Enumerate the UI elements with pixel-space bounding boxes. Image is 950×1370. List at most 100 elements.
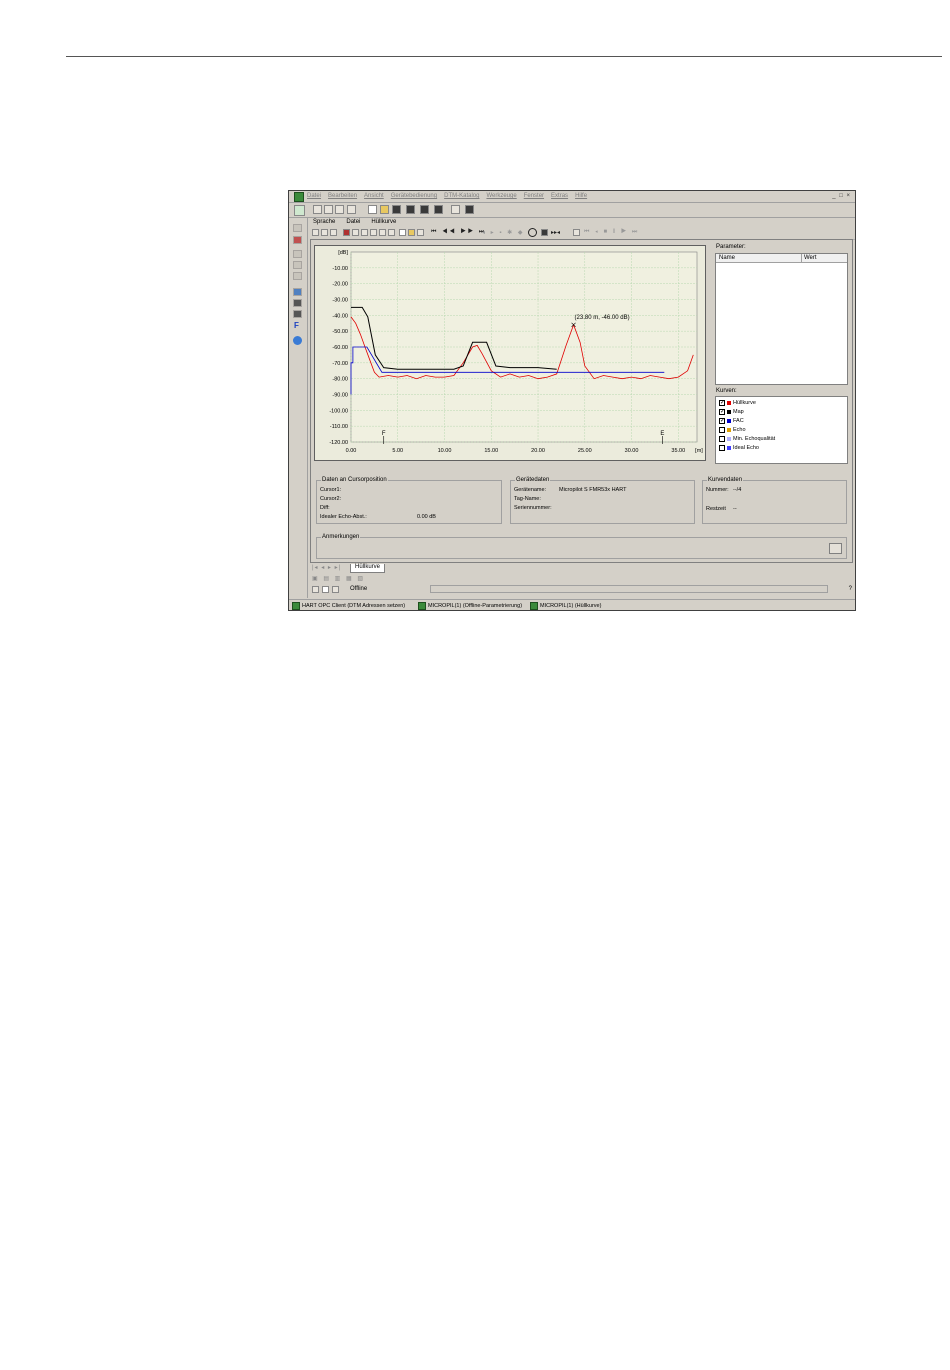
- tab-scroll-buttons[interactable]: |◂ ◂ ▸ ▸|: [312, 564, 341, 571]
- menu-hilfe[interactable]: Hilfe: [575, 193, 587, 199]
- task-bar: HART OPC Client (DTM Adressen setzen) MI…: [289, 599, 855, 610]
- notes-button[interactable]: [829, 543, 842, 554]
- help-doc-icon[interactable]: [451, 205, 460, 214]
- task-hart-opc[interactable]: HART OPC Client (DTM Adressen setzen): [292, 602, 405, 610]
- checkbox[interactable]: ✓: [719, 417, 725, 424]
- table-icon[interactable]: [541, 229, 548, 236]
- menu-sprache[interactable]: Sprache: [313, 219, 335, 225]
- f-font-icon[interactable]: F: [294, 321, 299, 330]
- checkbox[interactable]: [719, 444, 725, 451]
- menu-bearbeiten[interactable]: Bearbeiten: [328, 193, 357, 199]
- device-icon[interactable]: [420, 205, 429, 214]
- y-tick-label: -70.00: [332, 361, 348, 367]
- curve-group-title: Kurvendaten: [707, 477, 744, 483]
- checkbox[interactable]: ✓: [719, 399, 725, 406]
- envelope-chart[interactable]: -10.00 -20.00 -30.00 -40.00 -50.00 -60.00 -70.…: [315, 246, 705, 460]
- window-controls[interactable]: _ □ ×: [832, 193, 851, 199]
- menu-doc-datei[interactable]: Datei: [346, 219, 360, 225]
- device-list-icon[interactable]: [293, 236, 302, 244]
- clock-icon[interactable]: [528, 228, 537, 237]
- open-curve-icon[interactable]: [408, 229, 415, 236]
- upload-icon[interactable]: [313, 205, 322, 214]
- envelope-curve-panel: -10.00 -20.00 -30.00 -40.00 -50.00 -60.00 -70.…: [310, 239, 853, 563]
- dtm-icon[interactable]: [434, 205, 443, 214]
- menu-ansicht[interactable]: Ansicht: [364, 193, 384, 199]
- rest-time-label: Restzeit: [706, 506, 726, 512]
- tab-huellkurve[interactable]: Hüllkurve: [350, 564, 386, 573]
- menu-fenster[interactable]: Fenster: [524, 193, 544, 199]
- remove-device-icon[interactable]: [293, 261, 302, 269]
- cursor1-label: Cursor1:: [320, 487, 342, 493]
- menu-dtm-katalog[interactable]: DTM-Katalog: [444, 193, 479, 199]
- cyclic-read-icon[interactable]: [352, 229, 359, 236]
- col-name[interactable]: Name: [719, 255, 735, 261]
- x-tick-label: 30.00: [625, 448, 639, 454]
- playback-controls[interactable]: ⏮ ◀◀ ▶▶ ⏭: [431, 229, 486, 236]
- curve-toggle-map[interactable]: ✓ Map: [719, 407, 744, 416]
- task-offline-param[interactable]: MICROPIL(1) (Offline-Parametrierung): [418, 602, 522, 610]
- menu-datei[interactable]: Datei: [307, 193, 321, 199]
- save-icon[interactable]: [392, 205, 401, 214]
- sync-icon[interactable]: [335, 205, 344, 214]
- parameter-list[interactable]: Name Wert: [715, 253, 848, 385]
- download-icon[interactable]: [324, 205, 333, 214]
- layout-icon-1[interactable]: [312, 229, 319, 236]
- checkbox[interactable]: [719, 426, 725, 433]
- curve-label: Ideal Echo: [733, 444, 759, 451]
- layout-icon-2[interactable]: [321, 229, 328, 236]
- marker-icon[interactable]: ▸▸◂: [551, 229, 560, 236]
- save-curve-icon[interactable]: [417, 229, 424, 236]
- status-help[interactable]: ?: [849, 586, 852, 592]
- stop-read-icon[interactable]: [361, 229, 368, 236]
- x-tick-label: 20.00: [531, 448, 545, 454]
- read-curve-icon[interactable]: [343, 229, 350, 236]
- record-controls[interactable]: ⏮ ◂ ■ ‖ ▶ ⏭: [584, 229, 639, 236]
- color-swatch: [727, 445, 731, 450]
- col-value[interactable]: Wert: [804, 255, 817, 261]
- col-divider[interactable]: [801, 254, 802, 262]
- network-icon[interactable]: [293, 288, 302, 296]
- curve-toggle-ideal-echo[interactable]: Ideal Echo: [719, 443, 759, 452]
- color-swatch: [727, 400, 731, 405]
- connect-icon[interactable]: [294, 205, 305, 216]
- curve-toggle-huellkurve[interactable]: ✓ Hüllkurve: [719, 398, 756, 407]
- edit-device-icon[interactable]: [293, 272, 302, 280]
- export-icon[interactable]: [370, 229, 377, 236]
- color-swatch: [727, 409, 731, 414]
- ideal-echo-label: Idealer Echo-Abst.:: [320, 514, 367, 520]
- x-tick-label: 25.00: [578, 448, 592, 454]
- open-folder-icon[interactable]: [380, 205, 389, 214]
- checkbox[interactable]: ✓: [719, 408, 725, 415]
- new-file-icon[interactable]: [368, 205, 377, 214]
- menu-werkzeuge[interactable]: Werkzeuge: [486, 193, 516, 199]
- curve-toggle-fac[interactable]: ✓ FAC: [719, 416, 744, 425]
- y-tick-label: -30.00: [332, 298, 348, 304]
- compare-icon[interactable]: [347, 205, 356, 214]
- import-icon[interactable]: [379, 229, 386, 236]
- curve-label: Hüllkurve: [733, 399, 756, 406]
- step-controls[interactable]: ◂ ▸ ▪ ✱ ◆: [482, 229, 524, 236]
- x-tick-label: 0.00: [346, 448, 357, 454]
- add-device-icon[interactable]: [293, 250, 302, 258]
- print-icon[interactable]: [406, 205, 415, 214]
- print-curve-icon[interactable]: [388, 229, 395, 236]
- project-icon[interactable]: [293, 224, 302, 232]
- new-curve-icon[interactable]: [399, 229, 406, 236]
- curve-toggle-min-echoqualitaet[interactable]: Min. Echoqualität: [719, 434, 775, 443]
- layout-icon-3[interactable]: [330, 229, 337, 236]
- menu-geraetebedienung[interactable]: Gerätebedienung: [391, 193, 437, 199]
- checkbox[interactable]: [719, 435, 725, 442]
- task-huellkurve[interactable]: MICROPIL(1) (Hüllkurve): [530, 602, 601, 610]
- y-tick-label: -110.00: [330, 424, 348, 430]
- menu-items: Datei Bearbeiten Ansicht Gerätebedienung…: [307, 193, 587, 199]
- globe-icon[interactable]: [293, 336, 302, 345]
- curve-toggle-echo[interactable]: Echo: [719, 425, 746, 434]
- menu-huellkurve[interactable]: Hüllkurve: [371, 219, 396, 225]
- bottom-tool-icons[interactable]: ▣ ▤ ▥ ▦ ▧: [312, 575, 365, 582]
- copy-icon[interactable]: [573, 229, 580, 236]
- scan-icon[interactable]: [293, 299, 302, 307]
- settings-icon[interactable]: [293, 310, 302, 318]
- grid-view-icon[interactable]: [465, 205, 474, 214]
- x-tick-label: 10.00: [438, 448, 452, 454]
- menu-extras[interactable]: Extras: [551, 193, 568, 199]
